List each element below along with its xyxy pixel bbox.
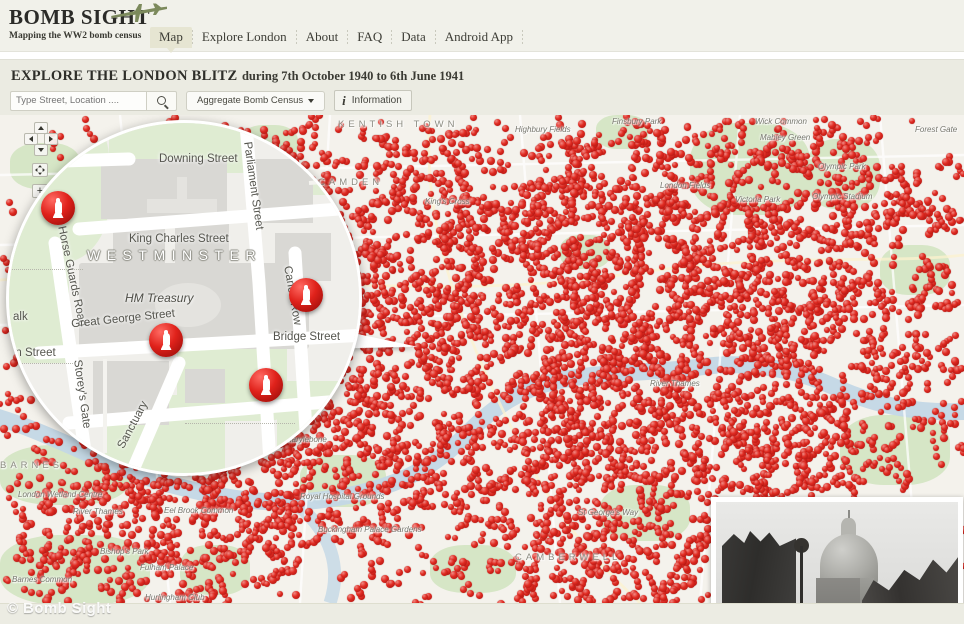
info-icon: i bbox=[342, 95, 346, 106]
blitz-photo-inset bbox=[711, 497, 963, 603]
chevron-down-icon bbox=[308, 99, 314, 103]
magnifier-street-king-charles: King Charles Street bbox=[129, 233, 229, 245]
explore-bar: EXPLORE THE LONDON BLITZ during 7th Octo… bbox=[0, 59, 964, 115]
nav-item-android-app[interactable]: Android App bbox=[436, 27, 522, 48]
bomb-marker-icon[interactable] bbox=[41, 191, 75, 225]
brand-subtitle: Mapping the WW2 bomb census bbox=[6, 28, 171, 41]
nav-item-data[interactable]: Data bbox=[392, 27, 435, 48]
ruined-wall-left bbox=[722, 528, 796, 603]
nav-separator bbox=[522, 30, 523, 44]
nav-item-about[interactable]: About bbox=[297, 27, 348, 48]
magnifier-circle: Downing Street Parliament Street King Ch… bbox=[6, 120, 362, 476]
brand-logo[interactable]: BOMB SIGHT Mapping the WW2 bomb census bbox=[6, 2, 171, 50]
search-input[interactable] bbox=[10, 91, 146, 111]
search-button[interactable] bbox=[146, 91, 177, 111]
bombsight-app: BOMB SIGHT Mapping the WW2 bomb census M… bbox=[0, 0, 964, 624]
nav-item-map[interactable]: Map bbox=[150, 27, 192, 48]
search-group bbox=[10, 91, 177, 111]
explore-heading: EXPLORE THE LONDON BLITZ during 7th Octo… bbox=[11, 67, 464, 85]
watermark: © Bomb Sight bbox=[7, 600, 111, 617]
explore-title: EXPLORE THE LONDON BLITZ bbox=[11, 68, 238, 84]
information-button[interactable]: i Information bbox=[334, 90, 412, 111]
information-label: Information bbox=[352, 95, 402, 106]
magnifier-street-queen-annes-gate: en Street bbox=[9, 347, 56, 359]
search-icon bbox=[157, 96, 166, 105]
magnifier-building-hm-treasury: HM Treasury bbox=[125, 291, 193, 305]
census-dropdown-label: Aggregate Bomb Census bbox=[197, 95, 303, 106]
map-toolbar: Aggregate Bomb Census i Information bbox=[10, 90, 412, 111]
bomb-marker-icon[interactable] bbox=[149, 323, 183, 357]
magnifier-street-bridge: Bridge Street bbox=[273, 331, 340, 343]
site-footer bbox=[0, 603, 964, 624]
bomb-census-map[interactable]: KENTISH TOWNCAMDENHighbury FieldsKing's … bbox=[0, 115, 964, 603]
main-nav: Map Explore London About FAQ Data Androi… bbox=[150, 26, 523, 48]
aggregate-bomb-census-dropdown[interactable]: Aggregate Bomb Census bbox=[186, 91, 325, 111]
magnifier-street-downing: Downing Street bbox=[159, 153, 238, 165]
explore-date-range: during 7th October 1940 to 6th June 1941 bbox=[242, 69, 464, 83]
nav-item-explore-london[interactable]: Explore London bbox=[193, 27, 296, 48]
magnifier-map: Downing Street Parliament Street King Ch… bbox=[9, 123, 359, 473]
airplane-icon bbox=[109, 2, 169, 26]
nav-item-faq[interactable]: FAQ bbox=[348, 27, 391, 48]
westminster-magnifier: Downing Street Parliament Street King Ch… bbox=[6, 120, 374, 488]
blitz-photo-image bbox=[716, 502, 958, 603]
site-header: BOMB SIGHT Mapping the WW2 bomb census M… bbox=[0, 0, 964, 52]
magnifier-area-westminster: WESTMINSTER bbox=[87, 247, 262, 263]
bomb-marker-icon[interactable] bbox=[249, 368, 283, 402]
magnifier-street-birdcage-walk: alk bbox=[13, 311, 28, 323]
bomb-marker-icon[interactable] bbox=[289, 278, 323, 312]
